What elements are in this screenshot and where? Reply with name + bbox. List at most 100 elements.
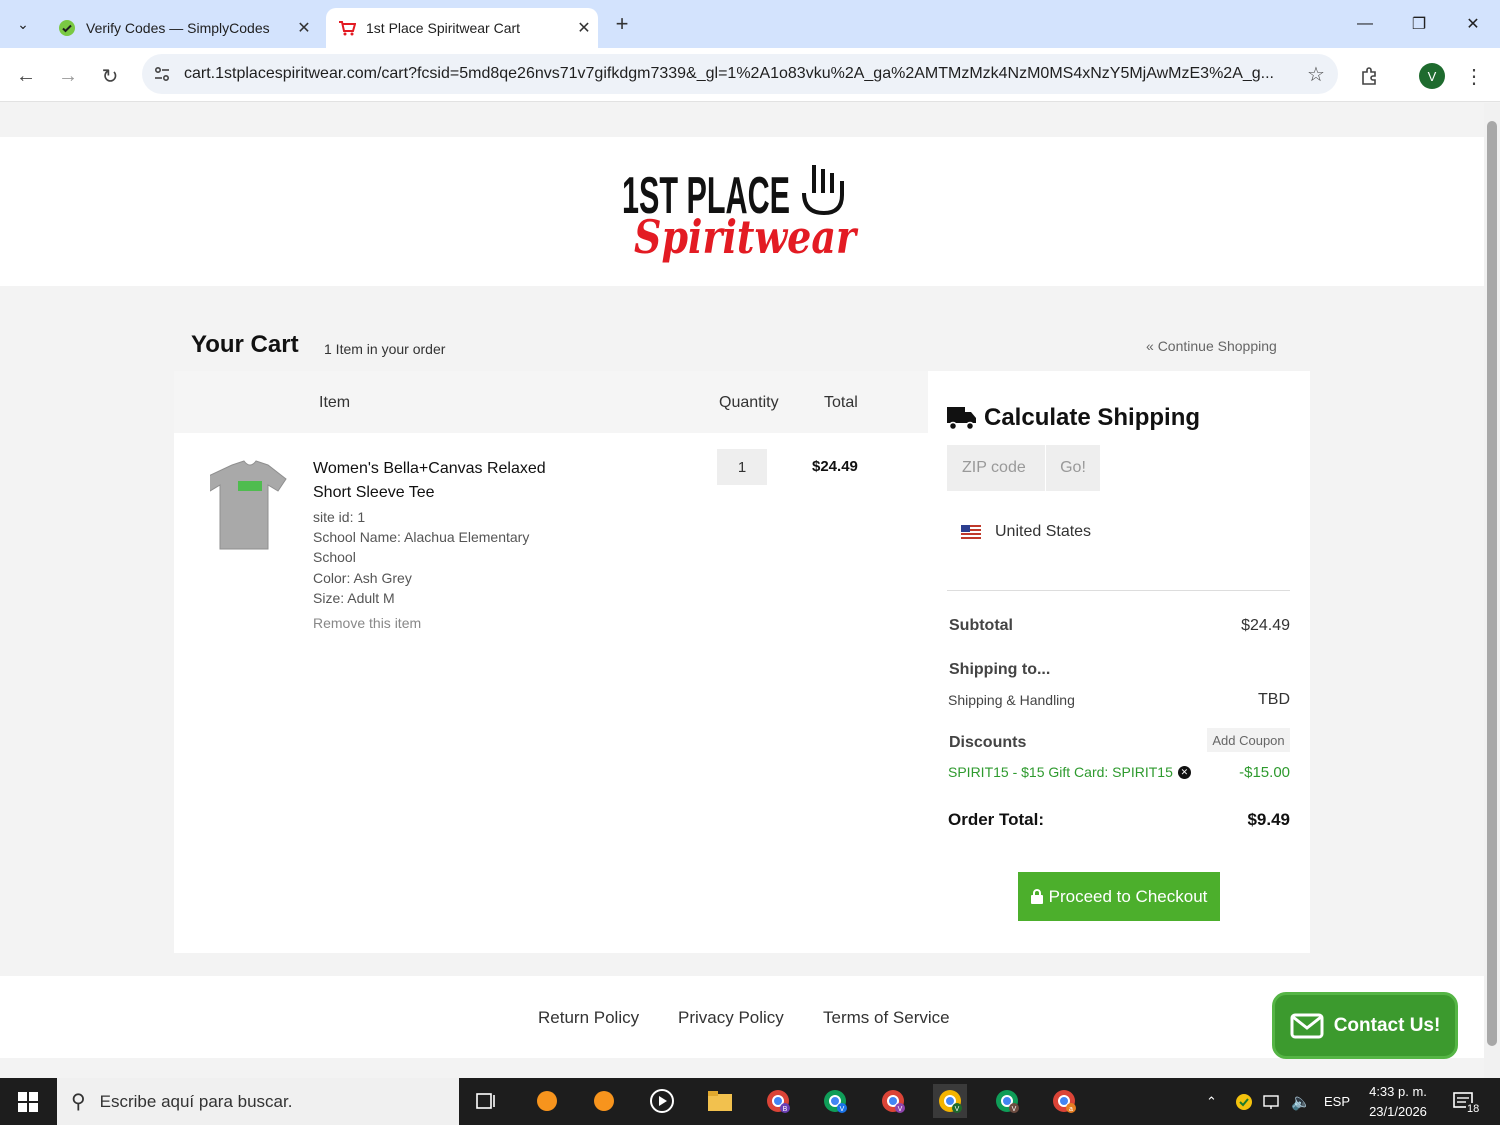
notifications-icon[interactable]: 18: [1452, 1078, 1481, 1125]
network-icon[interactable]: [1263, 1078, 1283, 1125]
fl-studio-icon[interactable]: [530, 1084, 564, 1118]
back-button[interactable]: ←: [8, 58, 44, 94]
chrome-icon[interactable]: V: [990, 1084, 1024, 1118]
close-icon[interactable]: ✕: [570, 18, 598, 38]
chrome-icon[interactable]: B: [761, 1084, 795, 1118]
applied-discount: SPIRIT15 - $15 Gift Card: SPIRIT15 ✕: [948, 764, 1191, 780]
address-bar[interactable]: cart.1stplacespiritwear.com/cart?fcsid=5…: [142, 54, 1338, 94]
site-header: 1ST PLACE Spiritwear: [0, 137, 1484, 286]
cart-card: Item Quantity Total Women's Bella+Canvas…: [174, 371, 1310, 953]
file-explorer-icon[interactable]: [703, 1084, 737, 1118]
page-content: 1ST PLACE Spiritwear Your Cart 1 Item in…: [0, 103, 1484, 1078]
order-total-value: $9.49: [1247, 810, 1290, 829]
go-button[interactable]: Go!: [1046, 445, 1100, 491]
media-player-icon[interactable]: [645, 1084, 679, 1118]
chrome-icon[interactable]: V: [876, 1084, 910, 1118]
show-hidden-icons[interactable]: ⌃: [1206, 1078, 1217, 1125]
profile-avatar[interactable]: V: [1414, 58, 1450, 94]
contact-us-label: Contact Us!: [1333, 1014, 1441, 1036]
fl-studio-icon[interactable]: [587, 1084, 621, 1118]
browser-menu-icon[interactable]: ⋮: [1458, 58, 1490, 94]
column-header-item: Item: [319, 394, 351, 411]
column-header-total: Total: [824, 394, 858, 411]
task-view-icon[interactable]: [470, 1084, 504, 1118]
divider: [947, 590, 1290, 591]
close-icon[interactable]: ✕: [290, 18, 318, 38]
subtotal-value: $24.49: [1241, 617, 1290, 634]
windows-logo-icon: [18, 1091, 38, 1112]
cart-table-header: Item Quantity Total: [174, 371, 928, 433]
contact-us-button[interactable]: Contact Us!: [1272, 992, 1458, 1059]
add-coupon-button[interactable]: Add Coupon: [1207, 728, 1290, 752]
checkout-label: Proceed to Checkout: [1048, 886, 1208, 906]
product-size: Size: Adult M: [313, 590, 395, 606]
remove-discount-icon[interactable]: ✕: [1177, 765, 1191, 779]
shipping-handling-label: Shipping & Handling: [948, 692, 1075, 708]
discount-text: SPIRIT15 - $15 Gift Card: SPIRIT15: [948, 764, 1173, 780]
brand-logo[interactable]: 1ST PLACE Spiritwear: [620, 157, 864, 267]
page-scrollbar[interactable]: [1484, 103, 1500, 1078]
chrome-icon-active[interactable]: V: [933, 1084, 967, 1118]
cart-favicon-icon: [338, 19, 356, 37]
close-window-button[interactable]: ✕: [1446, 0, 1500, 48]
cart-item-count: 1 Item in your order: [324, 341, 446, 357]
extensions-icon[interactable]: [1352, 58, 1388, 94]
tab-spiritwear-cart[interactable]: 1st Place Spiritwear Cart ✕: [326, 8, 598, 48]
truck-icon: [947, 407, 976, 431]
search-icon: ⚲: [71, 1091, 86, 1113]
taskbar-clock[interactable]: 4:33 p. m. 23/1/2026: [1358, 1082, 1438, 1122]
proceed-to-checkout-button[interactable]: Proceed to Checkout: [1018, 872, 1220, 921]
svg-text:a: a: [1069, 1106, 1073, 1113]
site-settings-icon[interactable]: [142, 65, 182, 83]
input-language[interactable]: ESP: [1324, 1078, 1350, 1125]
bookmark-star-icon[interactable]: ☆: [1294, 62, 1338, 87]
double-chevron-left-icon: «: [1146, 338, 1154, 354]
page-title: Your Cart: [191, 331, 299, 358]
chrome-icon[interactable]: a: [1047, 1084, 1081, 1118]
zip-code-input[interactable]: ZIP code: [947, 445, 1045, 491]
tab-title: Verify Codes — SimplyCodes: [86, 20, 270, 36]
clock-time: 4:33 p. m.: [1369, 1084, 1427, 1099]
chrome-icon[interactable]: V: [818, 1084, 852, 1118]
svg-text:V: V: [955, 1106, 960, 1113]
volume-icon[interactable]: 🔈: [1291, 1078, 1311, 1125]
order-total-label: Order Total:: [948, 810, 1045, 829]
footer-link-terms-of-service[interactable]: Terms of Service: [823, 1008, 950, 1028]
restore-button[interactable]: ❐: [1392, 0, 1446, 48]
tab-title: 1st Place Spiritwear Cart: [366, 20, 521, 36]
minimize-button[interactable]: —: [1338, 0, 1392, 48]
svg-text:V: V: [840, 1106, 845, 1113]
product-thumbnail[interactable]: [210, 455, 290, 555]
continue-shopping-link[interactable]: « Continue Shopping: [1146, 338, 1277, 354]
country-selector[interactable]: United States: [961, 523, 1091, 541]
forward-button[interactable]: →: [50, 58, 86, 94]
product-name[interactable]: Women's Bella+Canvas Relaxed Short Sleev…: [313, 457, 573, 505]
continue-shopping-label: Continue Shopping: [1157, 338, 1277, 354]
country-name: United States: [995, 523, 1092, 540]
windows-start-button[interactable]: [0, 1078, 56, 1125]
envelope-icon: [1290, 1013, 1324, 1038]
svg-text:V: V: [898, 1106, 903, 1113]
footer-link-privacy-policy[interactable]: Privacy Policy: [678, 1008, 784, 1028]
column-header-quantity: Quantity: [719, 394, 779, 411]
tab-simplycodes[interactable]: Verify Codes — SimplyCodes ✕: [46, 8, 318, 48]
os-taskbar: ⚲ Escribe aquí para buscar. B V V V V a …: [0, 1078, 1500, 1125]
logo-wordmark-bottom: Spiritwear: [634, 210, 859, 264]
remove-item-link[interactable]: Remove this item: [313, 615, 421, 631]
tab-search-button[interactable]: ⌄: [7, 8, 39, 40]
chevron-down-icon: ⌄: [17, 15, 29, 32]
taskbar-search-box[interactable]: ⚲ Escribe aquí para buscar.: [57, 1078, 459, 1125]
product-color: Color: Ash Grey: [313, 570, 412, 586]
footer-link-return-policy[interactable]: Return Policy: [538, 1008, 639, 1028]
avatar: V: [1419, 63, 1445, 89]
quantity-field[interactable]: 1: [717, 449, 767, 485]
scrollbar-thumb[interactable]: [1487, 121, 1497, 1046]
line-item-total: $24.49: [812, 458, 858, 475]
subtotal-label: Subtotal: [949, 617, 1013, 634]
shipping-handling-value: TBD: [1258, 691, 1290, 708]
tray-app-icon[interactable]: [1235, 1078, 1253, 1125]
taskbar-search-placeholder: Escribe aquí para buscar.: [99, 1091, 293, 1111]
url-text: cart.1stplacespiritwear.com/cart?fcsid=5…: [184, 65, 1274, 82]
reload-button[interactable]: ↻: [92, 58, 128, 94]
new-tab-button[interactable]: +: [608, 10, 636, 38]
